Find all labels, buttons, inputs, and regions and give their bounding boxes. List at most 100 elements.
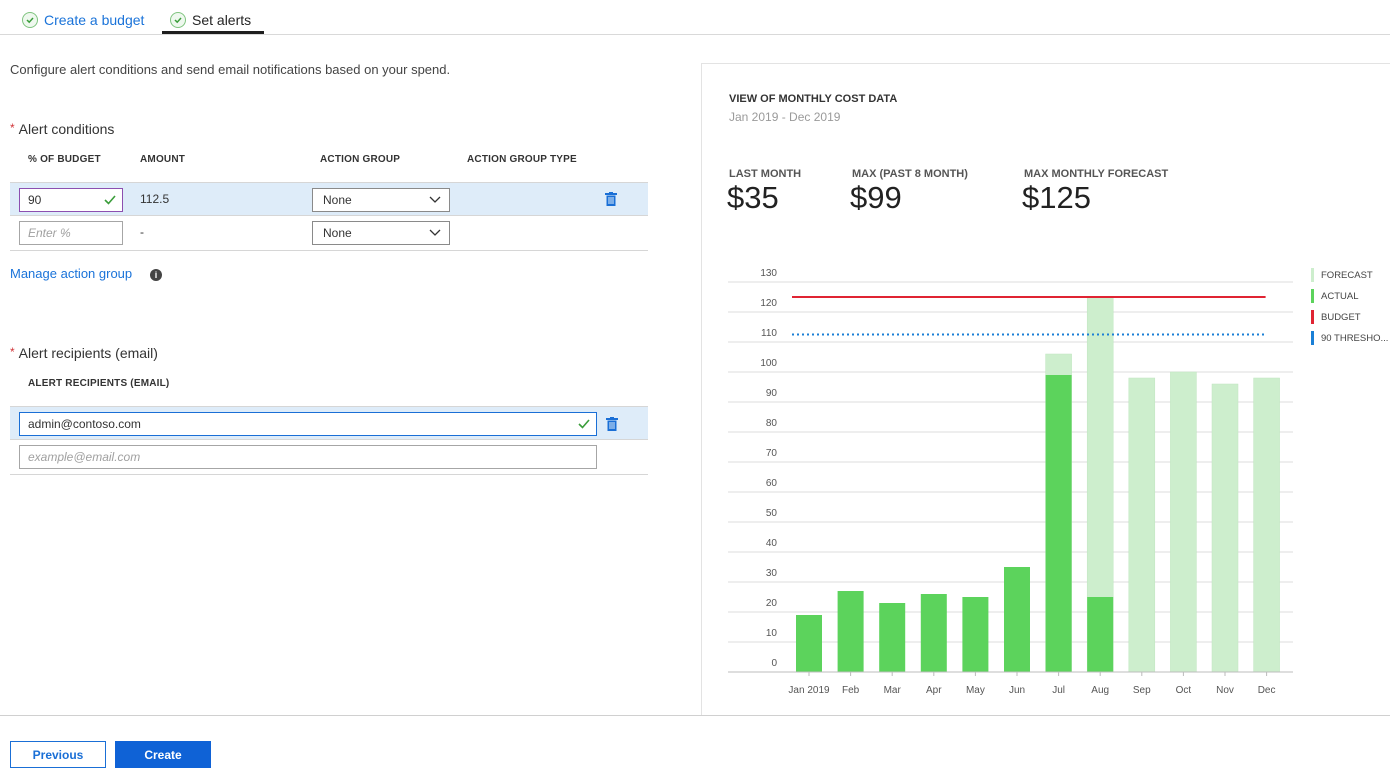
x-tick-label: Aug	[1091, 685, 1109, 696]
y-tick-label: 50	[766, 508, 778, 519]
x-tick-label: Jul	[1052, 685, 1065, 696]
legend-label: BUDGET	[1321, 311, 1361, 323]
action-group-select[interactable]: None	[312, 221, 450, 245]
y-tick-label: 40	[766, 538, 778, 549]
section-title: Alert conditions	[18, 121, 115, 137]
forecast-bar	[1253, 377, 1280, 673]
percent-input[interactable]: Enter %	[19, 221, 123, 245]
legend-item-actual: ACTUAL	[1311, 289, 1358, 303]
action-group-select[interactable]: None	[312, 188, 450, 212]
placeholder-text: Enter %	[28, 226, 71, 240]
kpi-value-last-month: $35	[727, 180, 779, 215]
legend-swatch	[1311, 289, 1314, 303]
chevron-down-icon	[429, 196, 441, 203]
tab-label: Create a budget	[44, 12, 145, 28]
forecast-bar	[1128, 377, 1156, 673]
actual-bar	[879, 603, 906, 672]
actual-bar	[962, 597, 989, 672]
kpi-label-max-forecast: MAX MONTHLY FORECAST	[1024, 168, 1169, 180]
x-tick-label: Nov	[1216, 685, 1234, 696]
email-input[interactable]: admin@contoso.com	[19, 412, 597, 436]
percent-input[interactable]: 90	[19, 188, 123, 212]
actual-bar	[1004, 567, 1030, 672]
alert-condition-row: Enter % - None	[10, 217, 648, 251]
active-tab-indicator	[162, 31, 264, 34]
info-icon[interactable]: i	[150, 269, 162, 281]
x-tick-label: Jun	[1009, 685, 1025, 696]
actual-bar	[796, 615, 822, 672]
kpi-label-max-past: MAX (PAST 8 MONTH)	[852, 168, 968, 180]
select-value: None	[323, 226, 352, 240]
email-input[interactable]: example@email.com	[19, 445, 597, 469]
y-tick-label: 70	[766, 448, 778, 459]
legend-swatch	[1311, 310, 1314, 324]
card-title: VIEW OF MONTHLY COST DATA	[729, 93, 898, 105]
actual-bar	[1045, 375, 1072, 672]
amount-value: -	[140, 225, 144, 239]
y-tick-label: 60	[766, 478, 778, 489]
alert-conditions-label: * Alert conditions	[10, 121, 114, 137]
legend-label: ACTUAL	[1321, 290, 1359, 302]
intro-text: Configure alert conditions and send emai…	[10, 62, 451, 77]
legend-swatch	[1311, 331, 1314, 345]
alert-condition-row: 90 112.5 None	[10, 182, 648, 216]
y-tick-label: 20	[766, 598, 778, 609]
col-header-recipients: ALERT RECIPIENTS (EMAIL)	[28, 378, 170, 389]
required-marker: *	[10, 121, 15, 135]
y-tick-label: 80	[766, 418, 778, 429]
actual-bar	[837, 591, 864, 672]
kpi-value-max-forecast: $125	[1022, 180, 1091, 215]
email-value: admin@contoso.com	[28, 417, 141, 431]
recipient-row: admin@contoso.com	[10, 406, 648, 440]
y-tick-label: 10	[766, 628, 778, 639]
y-tick-label: 100	[760, 358, 777, 369]
x-tick-label: Apr	[926, 685, 942, 696]
card-subtitle: Jan 2019 - Dec 2019	[729, 110, 841, 124]
create-button[interactable]: Create	[115, 741, 211, 768]
actual-bar	[1087, 597, 1114, 672]
required-marker: *	[10, 345, 15, 359]
x-tick-label: Mar	[884, 685, 902, 696]
x-tick-label: Jan 2019	[788, 685, 830, 696]
y-tick-label: 120	[760, 298, 777, 309]
x-tick-label: Sep	[1133, 685, 1151, 696]
manage-action-group-link[interactable]: Manage action group	[10, 266, 132, 281]
footer-divider	[0, 715, 1390, 716]
y-tick-label: 0	[771, 658, 777, 669]
amount-value: 112.5	[140, 192, 170, 206]
check-circle-icon	[22, 12, 38, 28]
legend-item-forecast: FORECAST	[1311, 268, 1373, 282]
tab-create-budget[interactable]: Create a budget	[22, 6, 144, 34]
check-circle-icon	[170, 12, 186, 28]
wizard-tabs: Create a budget Set alerts	[0, 0, 1390, 35]
x-tick-label: May	[966, 685, 985, 696]
alert-recipients-label: * Alert recipients (email)	[10, 345, 158, 361]
col-header-action-group-type: ACTION GROUP TYPE	[467, 154, 577, 165]
delete-icon[interactable]	[605, 192, 617, 206]
delete-icon[interactable]	[606, 417, 618, 431]
x-tick-label: Dec	[1258, 685, 1276, 696]
kpi-label-last-month: LAST MONTH	[729, 168, 802, 180]
percent-value: 90	[28, 193, 42, 207]
legend-swatch	[1311, 268, 1314, 282]
chevron-down-icon	[429, 229, 441, 236]
tab-set-alerts[interactable]: Set alerts	[170, 6, 251, 34]
actual-bar	[920, 594, 947, 672]
placeholder-text: example@email.com	[28, 450, 141, 464]
col-header-percent: % OF BUDGET	[28, 154, 101, 165]
col-header-amount: AMOUNT	[140, 154, 186, 165]
monthly-cost-chart: 0 10 20 30 40 50 60 70 80 90 100 110 120 130 Jan 2019 F…	[728, 268, 1293, 696]
section-title: Alert recipients (email)	[18, 345, 158, 361]
valid-check-icon	[104, 195, 116, 205]
y-tick-label: 110	[761, 328, 777, 339]
valid-check-icon	[578, 419, 590, 429]
previous-button[interactable]: Previous	[10, 741, 106, 768]
x-tick-label: Oct	[1176, 685, 1192, 696]
forecast-bar	[1170, 371, 1197, 673]
y-tick-label: 130	[760, 268, 777, 279]
kpi-value-max-past: $99	[850, 180, 902, 215]
legend-item-budget: BUDGET	[1311, 310, 1361, 324]
y-tick-label: 90	[766, 388, 778, 399]
col-header-action-group: ACTION GROUP	[320, 154, 401, 165]
y-tick-label: 30	[766, 568, 778, 579]
